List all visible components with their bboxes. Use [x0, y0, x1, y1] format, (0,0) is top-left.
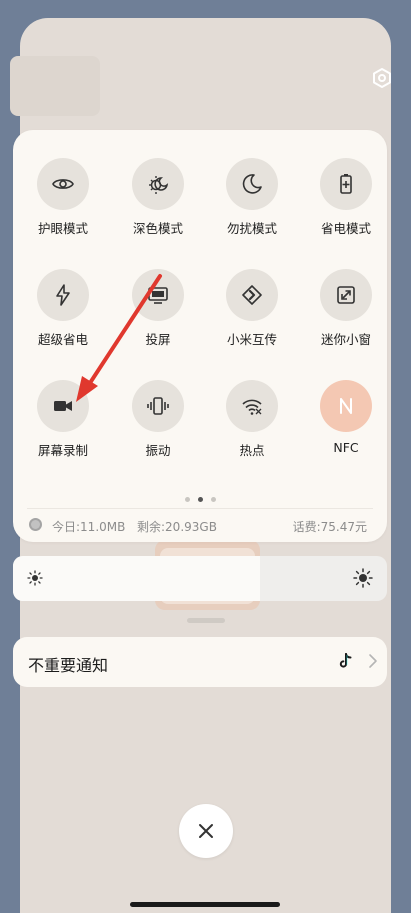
tile-button[interactable] — [226, 380, 278, 432]
close-icon — [199, 824, 213, 838]
share-icon — [242, 285, 262, 305]
tile-label: 屏幕录制 — [37, 443, 88, 458]
tile-label: 省电模式 — [320, 221, 371, 236]
tile-super-saver[interactable]: 超级省电 — [18, 269, 108, 348]
tile-screen-record[interactable]: 屏幕录制 — [18, 380, 108, 459]
tile-eye-comfort[interactable]: 护眼模式 — [18, 158, 108, 237]
tile-label: 护眼模式 — [37, 221, 88, 236]
tile-label: 迷你小窗 — [320, 332, 371, 347]
tile-button[interactable] — [320, 158, 372, 210]
tile-label: 振动 — [145, 443, 171, 458]
tile-mi-share[interactable]: 小米互传 — [207, 269, 297, 348]
dark-mode-icon — [149, 176, 169, 194]
tile-label: 勿扰模式 — [226, 221, 277, 236]
nfc-icon — [340, 398, 352, 414]
hotspot-icon — [242, 399, 262, 415]
background-blur-block — [10, 56, 100, 116]
tile-do-not-disturb[interactable]: 勿扰模式 — [207, 158, 297, 237]
page-indicator — [13, 487, 387, 506]
tile-label: 小米互传 — [226, 332, 277, 347]
moon-icon — [242, 174, 262, 194]
vibrate-icon — [147, 397, 169, 415]
home-indicator[interactable] — [130, 902, 280, 907]
battery-icon — [340, 174, 352, 194]
notification-title: 不重要通知 — [28, 656, 109, 675]
lightning-icon — [56, 284, 70, 306]
tile-battery-saver[interactable]: 省电模式 — [301, 158, 391, 237]
tile-label: 超级省电 — [37, 332, 88, 347]
brightness-slider[interactable] — [13, 556, 387, 601]
cast-icon — [148, 287, 168, 304]
tile-label: 热点 — [239, 443, 265, 458]
settings-button[interactable] — [370, 66, 394, 90]
notification-unimportant[interactable]: 不重要通知 — [13, 637, 387, 687]
tile-button[interactable] — [320, 269, 372, 321]
tile-button[interactable] — [132, 380, 184, 432]
tile-label: 深色模式 — [132, 221, 183, 236]
tiktok-icon — [339, 653, 352, 668]
video-camera-icon — [54, 401, 72, 411]
page-dot[interactable] — [210, 497, 216, 502]
quick-settings-panel: 护眼模式 深色模式 勿扰模式 省电模式 超级省电 投屏 小米互传 迷你小窗 屏幕… — [13, 130, 387, 542]
page-dot-active[interactable] — [197, 497, 203, 502]
brightness-fill — [13, 556, 260, 601]
close-button[interactable] — [179, 804, 233, 858]
data-usage-ring-icon — [29, 518, 42, 531]
tile-button[interactable] — [37, 380, 89, 432]
brightness-high-icon — [353, 568, 373, 588]
tile-nfc[interactable]: NFC — [301, 380, 391, 455]
tile-button[interactable] — [320, 380, 372, 432]
eye-icon — [52, 179, 74, 189]
tile-button[interactable] — [37, 269, 89, 321]
phone-balance: 话费:75.47元 — [292, 520, 367, 534]
settings-hexagon-icon — [373, 68, 391, 88]
tile-vibrate[interactable]: 振动 — [113, 380, 203, 459]
mini-window-icon — [337, 286, 355, 304]
tile-button[interactable] — [226, 158, 278, 210]
tile-dark-mode[interactable]: 深色模式 — [113, 158, 203, 237]
tile-cast[interactable]: 投屏 — [113, 269, 203, 348]
tile-label: 投屏 — [145, 332, 171, 347]
tile-button[interactable] — [226, 269, 278, 321]
divider — [27, 508, 373, 509]
tile-hotspot[interactable]: 热点 — [207, 380, 297, 459]
remaining-data: 剩余:20.93GB — [137, 520, 217, 534]
tile-button[interactable] — [132, 269, 184, 321]
tile-label: NFC — [333, 440, 359, 455]
data-usage-row[interactable]: 今日:11.0MB 剩余:20.93GB 话费:75.47元 — [27, 516, 373, 536]
page-dot[interactable] — [184, 497, 190, 502]
tile-mini-window[interactable]: 迷你小窗 — [301, 269, 391, 348]
tile-button[interactable] — [37, 158, 89, 210]
chevron-right-icon — [369, 654, 377, 668]
drag-handle[interactable] — [187, 618, 225, 623]
today-usage: 今日:11.0MB — [52, 520, 126, 534]
brightness-low-icon — [27, 570, 43, 586]
tile-button[interactable] — [132, 158, 184, 210]
